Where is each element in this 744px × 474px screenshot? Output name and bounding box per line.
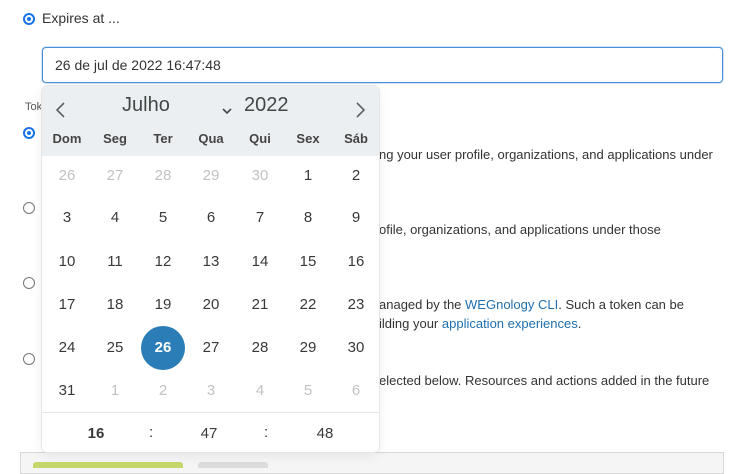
token-option-3-radio[interactable]	[23, 277, 35, 289]
description-text: .	[577, 316, 582, 331]
token-option-2-description: ofile, organizations, and applications u…	[379, 222, 661, 237]
calendar-day[interactable]: 15	[286, 240, 330, 284]
next-month-icon[interactable]	[350, 96, 370, 124]
calendar-day[interactable]: 22	[286, 283, 330, 327]
calendar-day[interactable]: 6	[189, 196, 233, 240]
calendar-day[interactable]: 13	[189, 240, 233, 284]
calendar-day[interactable]: 9	[334, 196, 378, 240]
calendar-day[interactable]: 18	[93, 283, 137, 327]
time-separator: :	[264, 424, 269, 441]
calendar-day[interactable]: 14	[238, 240, 282, 284]
token-option-4-radio[interactable]	[23, 353, 35, 365]
token-option-3-description-line2: ilding your application experiences.	[379, 316, 581, 331]
calendar-day[interactable]: 19	[141, 283, 185, 327]
minute-input[interactable]: 47	[179, 425, 239, 442]
second-input[interactable]: 48	[295, 425, 355, 442]
expires-radio[interactable]	[23, 13, 35, 25]
calendar-day[interactable]: 24	[45, 326, 89, 370]
calendar-day[interactable]: 17	[45, 283, 89, 327]
calendar-day[interactable]: 5	[141, 196, 185, 240]
calendar-day[interactable]: 8	[286, 196, 330, 240]
weekday-label: Qui	[249, 131, 271, 146]
application-experiences-link[interactable]: application experiences	[442, 316, 578, 331]
calendar-day[interactable]: 2	[334, 154, 378, 198]
calendar-day[interactable]: 1	[286, 154, 330, 198]
calendar-day[interactable]: 26	[45, 154, 89, 198]
calendar-day[interactable]: 2	[141, 369, 185, 413]
calendar-header: Julho 2022 Dom Seg Ter Qua Qui Sex Sáb	[42, 86, 379, 156]
calendar-day[interactable]: 20	[189, 283, 233, 327]
calendar-day[interactable]: 30	[238, 154, 282, 198]
calendar-day[interactable]: 16	[334, 240, 378, 284]
weekday-label: Qua	[198, 131, 224, 146]
primary-button[interactable]	[33, 462, 183, 468]
weekday-label: Sáb	[344, 131, 368, 146]
calendar-day[interactable]: 4	[93, 196, 137, 240]
calendar-day[interactable]: 10	[45, 240, 89, 284]
expires-date-input[interactable]	[42, 47, 723, 83]
token-option-4-description: elected below. Resources and actions add…	[379, 373, 710, 388]
token-option-1-description: ng your user profile, organizations, and…	[379, 147, 713, 162]
month-select[interactable]: Julho	[122, 94, 232, 117]
date-picker-popup: Julho 2022 Dom Seg Ter Qua Qui Sex Sáb 26 27 28 2…	[42, 86, 379, 452]
expires-label: Expires at ...	[42, 10, 120, 26]
calendar-day[interactable]: 27	[189, 326, 233, 370]
calendar-day[interactable]: 3	[189, 369, 233, 413]
calendar-day[interactable]: 3	[45, 196, 89, 240]
description-text: ilding your	[379, 316, 442, 331]
calendar-day[interactable]: 29	[189, 154, 233, 198]
weekday-label: Dom	[52, 131, 82, 146]
description-text: . Such a token can be	[558, 297, 684, 312]
calendar-day[interactable]: 28	[141, 154, 185, 198]
calendar-day[interactable]: 7	[238, 196, 282, 240]
chevron-down-icon[interactable]	[222, 102, 232, 120]
calendar-day[interactable]: 12	[141, 240, 185, 284]
token-option-3-description: anaged by the WEGnology CLI. Such a toke…	[379, 297, 684, 312]
wegnology-cli-link[interactable]: WEGnology CLI	[465, 297, 558, 312]
calendar-day[interactable]: 30	[334, 326, 378, 370]
calendar-day[interactable]: 27	[93, 154, 137, 198]
weekday-label: Sex	[296, 131, 320, 146]
secondary-button[interactable]	[198, 462, 268, 468]
weekday-label: Ter	[153, 131, 173, 146]
calendar-day[interactable]: 25	[93, 326, 137, 370]
calendar-day[interactable]: 23	[334, 283, 378, 327]
calendar-day[interactable]: 29	[286, 326, 330, 370]
calendar-day[interactable]: 21	[238, 283, 282, 327]
token-type-label: Tok	[25, 101, 43, 113]
calendar-day[interactable]: 31	[45, 369, 89, 413]
time-picker: 16 : 47 : 48	[42, 412, 379, 453]
calendar-day[interactable]: 28	[238, 326, 282, 370]
calendar-day-selected[interactable]: 26	[141, 326, 185, 370]
hour-input[interactable]: 16	[66, 425, 126, 442]
token-option-2-radio[interactable]	[23, 202, 35, 214]
token-option-1-radio[interactable]	[23, 127, 35, 139]
prev-month-icon[interactable]	[51, 96, 71, 124]
calendar-day[interactable]: 4	[238, 369, 282, 413]
calendar-day[interactable]: 6	[334, 369, 378, 413]
weekday-label: Seg	[103, 131, 127, 146]
time-separator: :	[149, 424, 154, 441]
calendar-day[interactable]: 5	[286, 369, 330, 413]
calendar-day[interactable]: 11	[93, 240, 137, 284]
description-text: anaged by the	[379, 297, 466, 312]
year-input[interactable]: 2022	[244, 94, 289, 117]
calendar-day[interactable]: 1	[93, 369, 137, 413]
